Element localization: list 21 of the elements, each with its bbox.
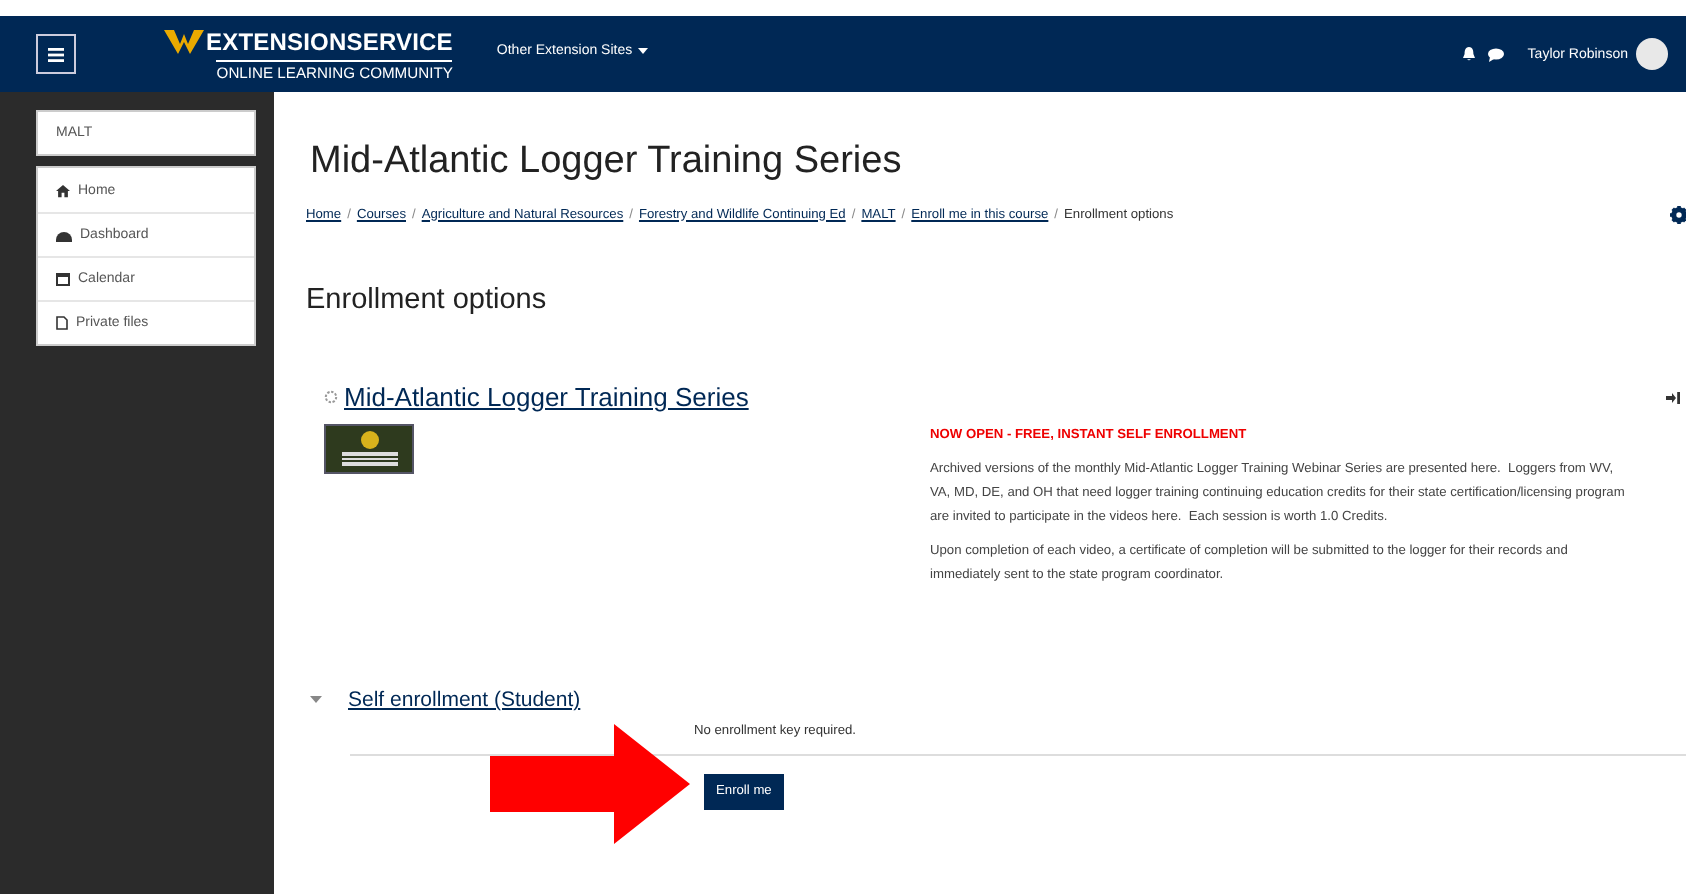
home-icon bbox=[56, 183, 70, 197]
caret-icon[interactable] bbox=[310, 696, 322, 704]
course-icon bbox=[324, 390, 338, 404]
enrolment-method-link[interactable]: Self enrollment (Student) bbox=[348, 688, 581, 712]
logo-icon bbox=[164, 29, 204, 53]
section-heading: Enrollment options bbox=[306, 284, 549, 316]
course-link[interactable]: Mid-Atlantic Logger Training Series bbox=[344, 382, 749, 412]
calendar-icon bbox=[56, 272, 70, 286]
bell-icon[interactable] bbox=[1461, 46, 1476, 62]
dashboard-icon bbox=[56, 228, 72, 242]
course-image-placeholder bbox=[324, 424, 414, 474]
caret-icon bbox=[638, 47, 649, 53]
file-icon bbox=[56, 316, 68, 330]
enrol-icon bbox=[1666, 391, 1680, 403]
avatar[interactable] bbox=[1636, 38, 1668, 70]
brand-title[interactable]: EXTENSIONSERVICE bbox=[206, 27, 453, 55]
page-title: Mid-Atlantic Logger Training Series bbox=[310, 140, 904, 184]
chat-icon[interactable] bbox=[1487, 47, 1504, 61]
settings-icon[interactable] bbox=[1670, 205, 1686, 223]
menu-button[interactable] bbox=[36, 34, 76, 74]
menu-icon bbox=[48, 47, 64, 61]
